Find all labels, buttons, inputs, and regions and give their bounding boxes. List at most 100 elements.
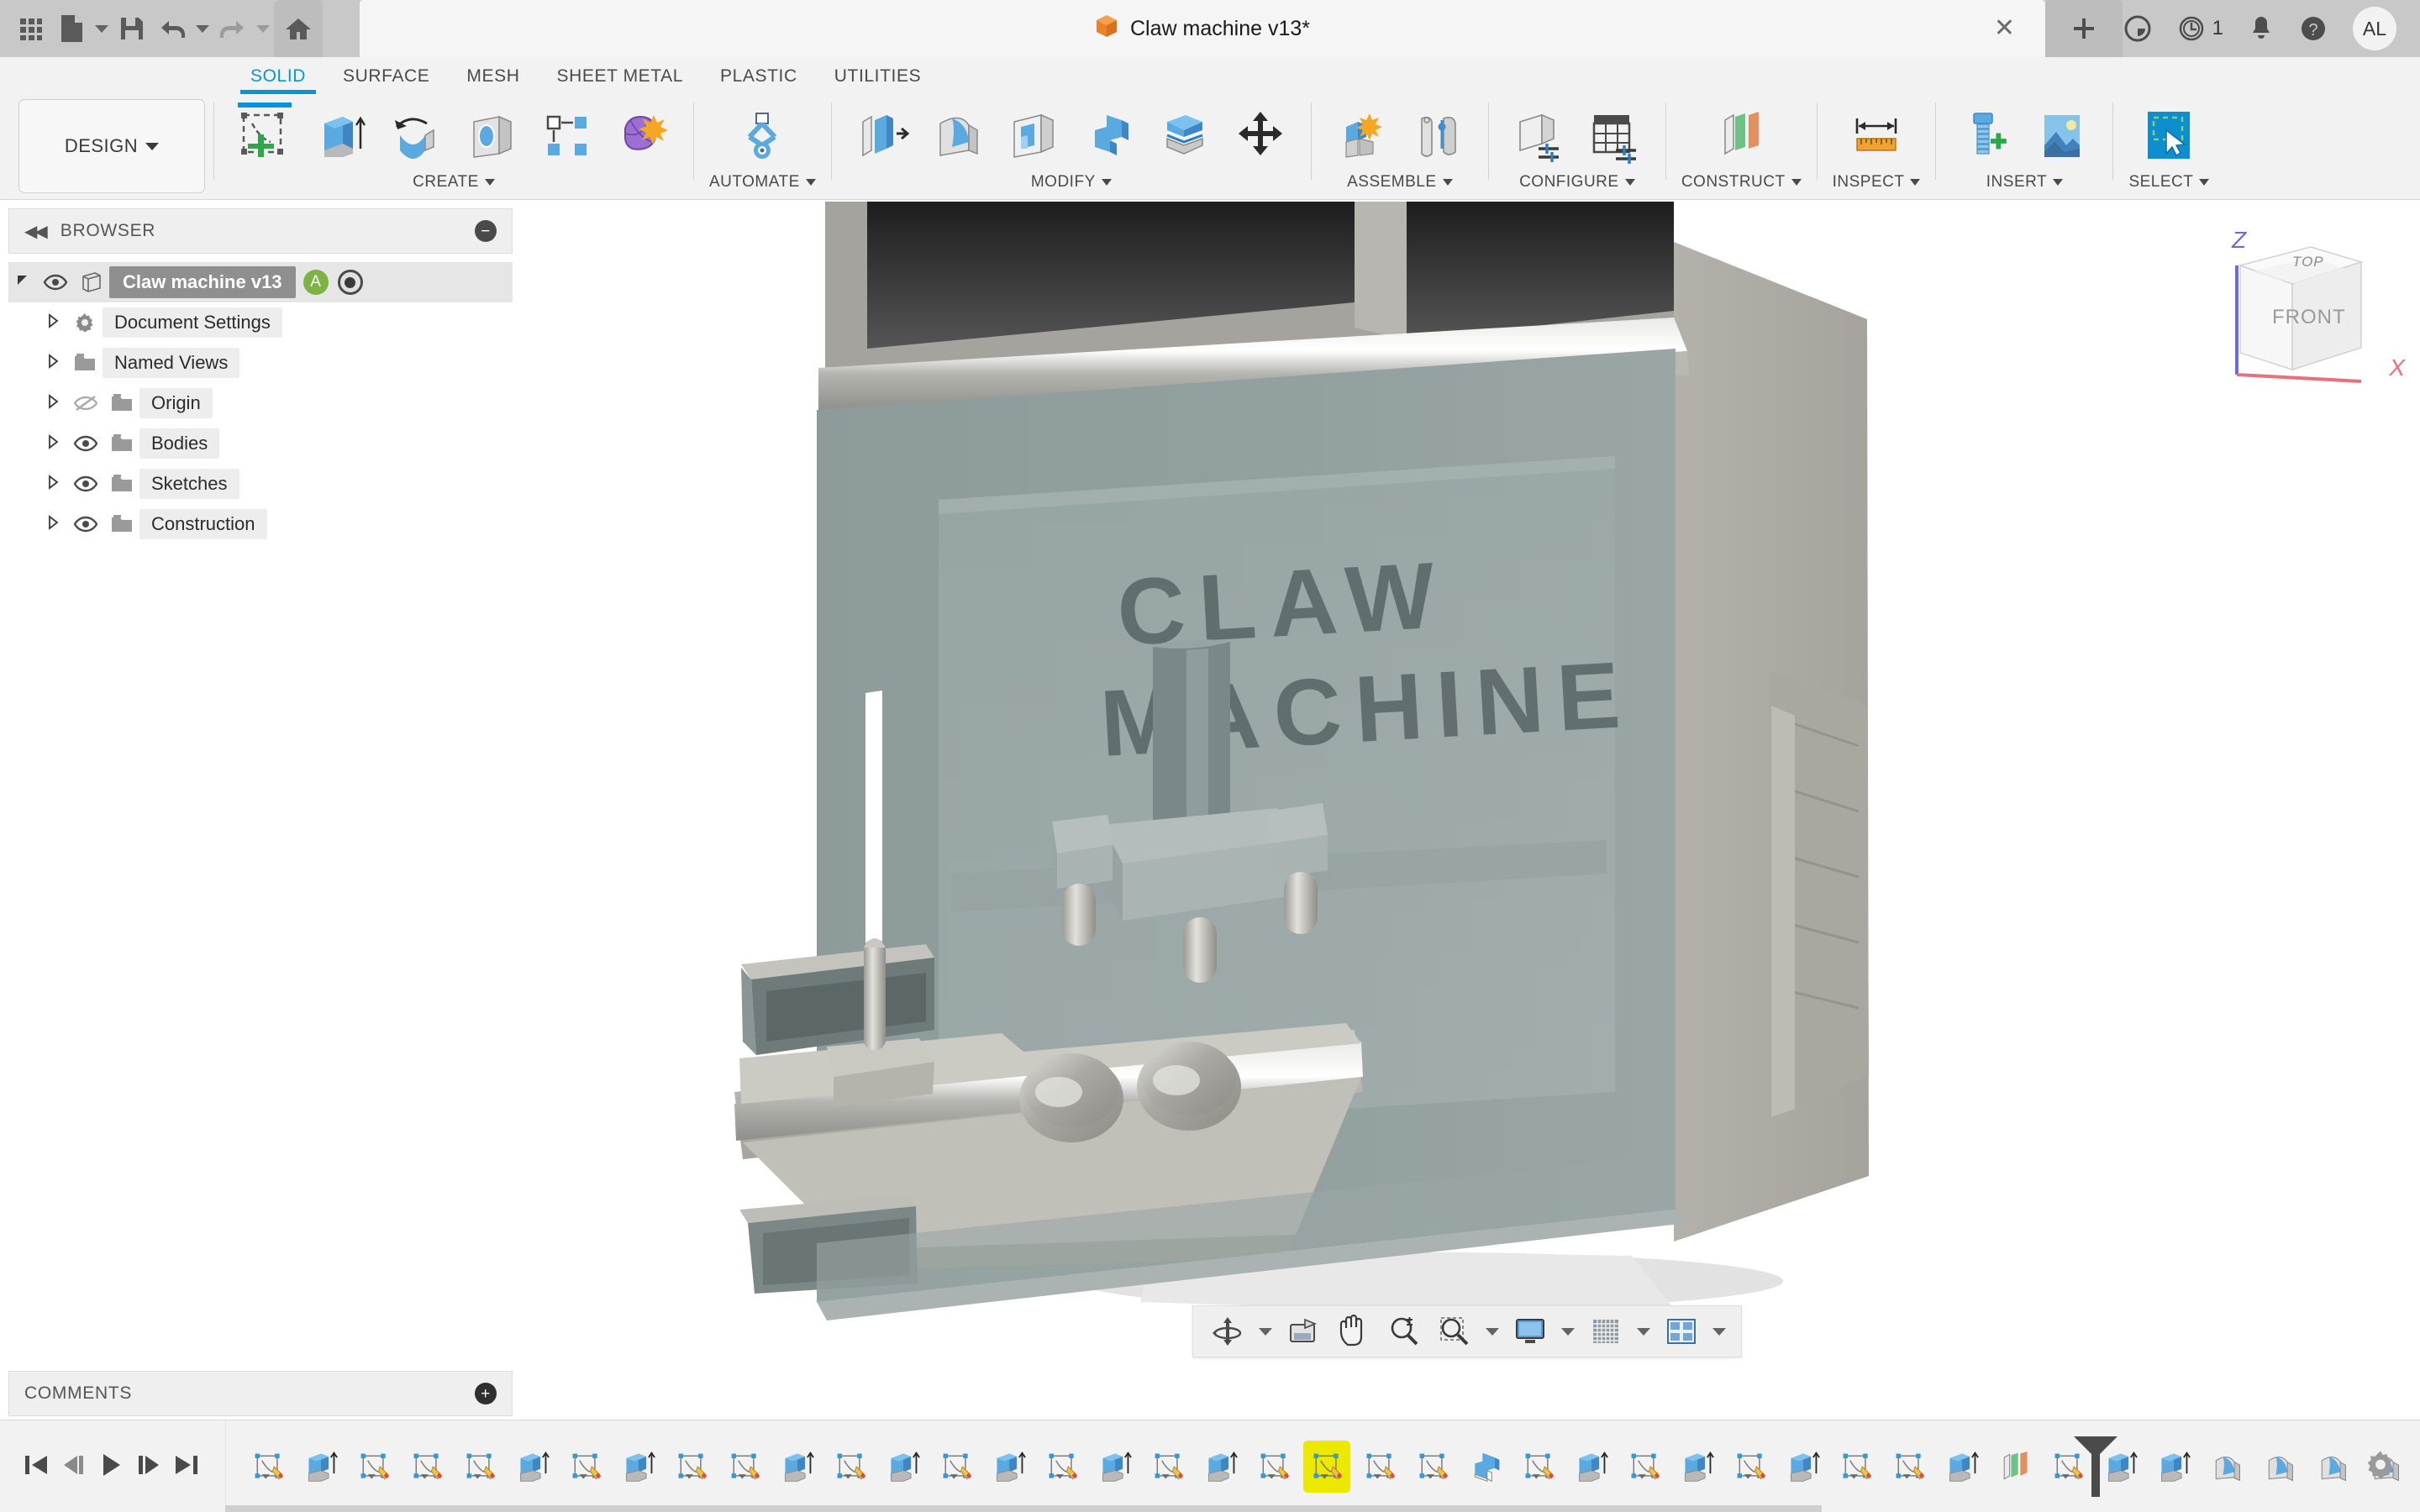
document-tab[interactable]: Claw machine v13* ✕ — [360, 0, 2045, 57]
timeline-feature-sketch[interactable] — [1144, 1441, 1192, 1493]
collapsed-arrow-icon[interactable] — [39, 353, 67, 373]
fillet-icon[interactable] — [923, 101, 993, 171]
tree-item-document-settings[interactable]: Document Settings — [8, 302, 513, 343]
timeline-feature-extrude[interactable] — [509, 1441, 556, 1493]
timeline-feature-extrude[interactable] — [2150, 1441, 2197, 1493]
notifications-bell-icon[interactable] — [2249, 14, 2274, 43]
timeline-feature-extrude[interactable] — [1568, 1441, 1615, 1493]
tab-surface[interactable]: SURFACE — [324, 66, 448, 94]
collapsed-arrow-icon[interactable] — [39, 393, 67, 413]
configuration-icon[interactable] — [1504, 101, 1575, 171]
timeline-feature-sketch[interactable] — [350, 1441, 397, 1493]
comments-panel[interactable]: COMMENTS + — [8, 1371, 513, 1416]
timeline-feature-sketch[interactable] — [827, 1441, 874, 1493]
collapsed-arrow-icon[interactable] — [39, 312, 67, 333]
go-to-beginning-icon[interactable] — [22, 1452, 50, 1482]
revolve-icon[interactable] — [381, 101, 451, 171]
timeline-feature-fillet[interactable] — [2256, 1441, 2303, 1493]
timeline-feature-sketch[interactable] — [456, 1441, 503, 1493]
timeline-feature-sketch[interactable] — [1039, 1441, 1086, 1493]
viewcube-face-top[interactable]: TOP — [2292, 254, 2324, 270]
tab-utilities[interactable]: UTILITIES — [816, 66, 939, 94]
minimize-icon[interactable]: − — [475, 220, 497, 242]
eye-hidden-icon[interactable] — [67, 394, 104, 412]
rectangular-pattern-icon[interactable] — [532, 101, 602, 171]
file-menu-caret-icon[interactable] — [92, 7, 111, 50]
step-forward-icon[interactable] — [134, 1452, 162, 1482]
tab-sheet-metal[interactable]: SHEET METAL — [539, 66, 702, 94]
help-icon[interactable]: ? — [2299, 14, 2328, 43]
measure-ruler-icon[interactable] — [1841, 101, 1912, 171]
select-cursor-icon[interactable] — [2133, 101, 2204, 171]
expanded-arrow-icon[interactable] — [8, 273, 37, 292]
automate-icon[interactable] — [727, 101, 797, 171]
timeline-feature-extrude[interactable] — [1939, 1441, 1986, 1493]
go-to-end-icon[interactable] — [172, 1452, 201, 1482]
timeline-scrollbar[interactable] — [225, 1505, 1822, 1512]
timeline-feature-sketch[interactable] — [1356, 1441, 1403, 1493]
fit-caret-icon[interactable] — [1482, 1309, 1502, 1354]
tree-item-named-views[interactable]: Named Views — [8, 343, 513, 383]
tab-mesh[interactable]: MESH — [448, 66, 538, 94]
timeline-feature-combine[interactable] — [1462, 1441, 1509, 1493]
file-icon[interactable] — [52, 7, 91, 50]
tree-item-sketches[interactable]: Sketches — [8, 464, 513, 504]
activate-component-radio[interactable] — [337, 270, 363, 295]
timeline-feature-sketch[interactable] — [1250, 1441, 1297, 1493]
form-icon[interactable] — [608, 101, 678, 171]
eye-visible-icon[interactable] — [37, 274, 74, 291]
timeline-feature-fillet[interactable] — [2203, 1441, 2250, 1493]
timeline-feature-extrude[interactable] — [615, 1441, 662, 1493]
add-comment-icon[interactable]: + — [475, 1383, 497, 1404]
tree-item-origin[interactable]: Origin — [8, 383, 513, 423]
orbit-icon[interactable] — [1205, 1309, 1250, 1354]
app-grid-icon[interactable] — [12, 7, 50, 50]
timeline-feature-sketch[interactable] — [933, 1441, 980, 1493]
timeline-feature-sketch[interactable] — [403, 1441, 450, 1493]
grid-snaps-icon[interactable] — [1583, 1309, 1628, 1354]
timeline-feature-extrude[interactable] — [774, 1441, 821, 1493]
split-body-icon[interactable] — [1150, 101, 1220, 171]
collapsed-arrow-icon[interactable] — [39, 433, 67, 454]
timeline-feature-extrude[interactable] — [986, 1441, 1033, 1493]
display-caret-icon[interactable] — [1558, 1309, 1578, 1354]
create-sketch-icon[interactable] — [229, 101, 300, 171]
display-settings-icon[interactable] — [1507, 1309, 1553, 1354]
timeline-feature-extrude[interactable] — [1674, 1441, 1721, 1493]
pan-hand-icon[interactable] — [1331, 1309, 1376, 1354]
timeline-feature-fillet[interactable] — [2309, 1441, 2356, 1493]
tree-root-claw-machine[interactable]: Claw machine v13 A — [8, 262, 513, 302]
timeline-feature-sketch[interactable] — [1727, 1441, 1774, 1493]
job-status-icon[interactable]: 1 — [2177, 14, 2223, 43]
workspace-selector[interactable]: DESIGN — [18, 99, 205, 193]
insert-mcmaster-icon[interactable] — [1951, 101, 2022, 171]
home-icon[interactable] — [274, 0, 323, 57]
extrude-icon[interactable] — [305, 101, 376, 171]
timeline-feature-sketch[interactable] — [1621, 1441, 1668, 1493]
collapse-left-icon[interactable]: ◀◀ — [24, 221, 48, 242]
timeline-feature-sketch[interactable] — [1833, 1441, 1880, 1493]
tree-item-construction[interactable]: Construction — [8, 504, 513, 544]
eye-visible-icon[interactable] — [67, 435, 104, 452]
step-back-icon[interactable] — [60, 1452, 89, 1482]
3d-canvas[interactable]: CLAW MACHINE Z X TOP FRONT — [514, 202, 2420, 1368]
construction-plane-icon[interactable] — [1706, 101, 1776, 171]
shell-icon[interactable] — [998, 101, 1069, 171]
zoom-icon[interactable] — [1381, 1309, 1427, 1354]
timeline-feature-strip[interactable] — [225, 1420, 2399, 1512]
avatar[interactable]: AL — [2353, 7, 2396, 50]
play-icon[interactable] — [98, 1452, 124, 1483]
timeline-marker-icon[interactable] — [2074, 1436, 2118, 1497]
tab-plastic[interactable]: PLASTIC — [702, 66, 816, 94]
timeline-feature-sketch[interactable] — [2415, 1441, 2420, 1493]
collapsed-arrow-icon[interactable] — [39, 514, 67, 534]
configuration-table-icon[interactable] — [1580, 101, 1650, 171]
timeline-feature-sketch[interactable] — [721, 1441, 768, 1493]
timeline-feature-sketch[interactable] — [1886, 1441, 1933, 1493]
redo-caret-icon[interactable] — [254, 7, 272, 50]
viewcube-face-front[interactable]: FRONT — [2272, 306, 2346, 329]
timeline-feature-extrude[interactable] — [880, 1441, 927, 1493]
timeline-feature-extrude[interactable] — [1197, 1441, 1244, 1493]
new-tab-button[interactable] — [2045, 0, 2123, 57]
grid-caret-icon[interactable] — [1634, 1309, 1654, 1354]
